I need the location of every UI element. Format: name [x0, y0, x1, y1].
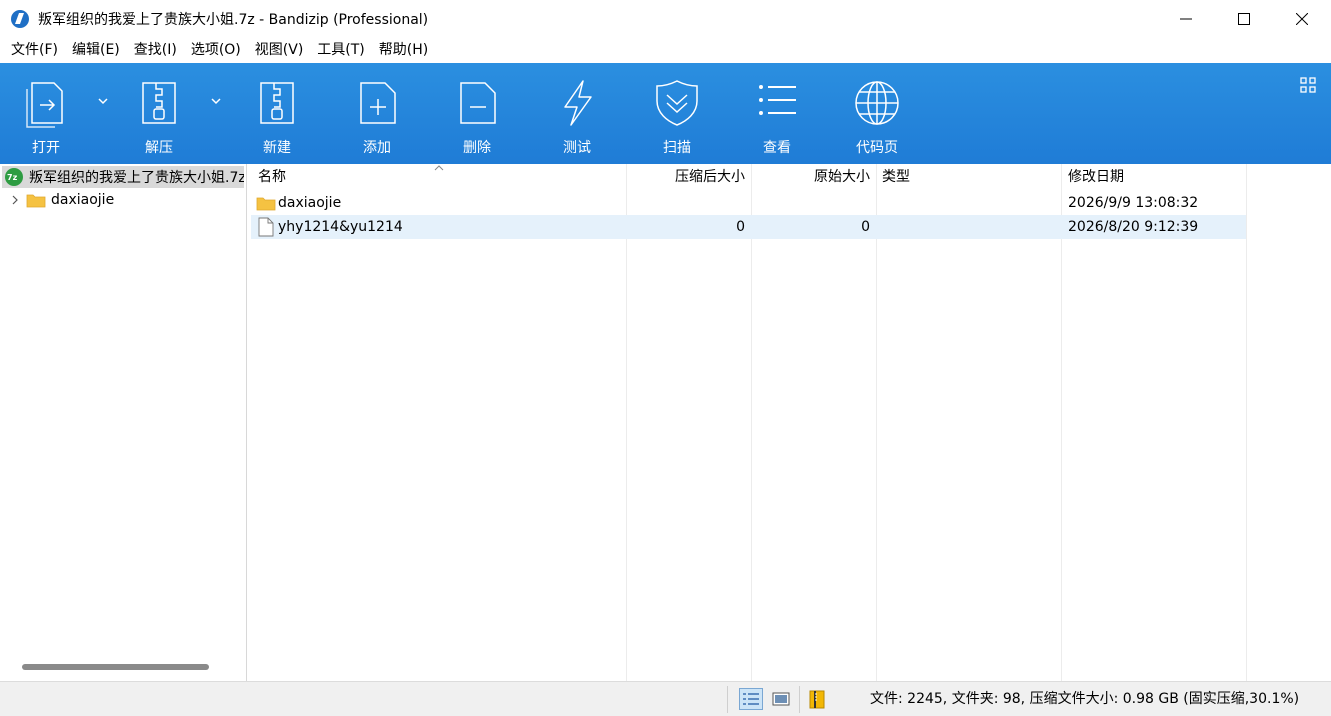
menu-view[interactable]: 视图(V) [248, 38, 311, 63]
status-separator [727, 686, 728, 713]
row-packed-size [631, 191, 745, 215]
new-archive-icon [260, 82, 294, 124]
delete-file-icon [460, 82, 496, 124]
menu-edit[interactable]: 编辑(E) [65, 38, 127, 63]
extract-label: 解压 [145, 140, 173, 156]
tree-horizontal-scrollbar[interactable] [22, 664, 209, 670]
list-row-folder[interactable]: daxiaojie 2026/9/9 13:08:32 [251, 191, 1246, 215]
row-original-size [756, 191, 870, 215]
test-button[interactable]: 测试 [551, 63, 603, 164]
menu-options[interactable]: 选项(O) [184, 38, 248, 63]
column-header-original-size[interactable]: 原始大小 [756, 164, 870, 191]
status-bar: 文件: 2245, 文件夹: 98, 压缩文件大小: 0.98 GB (固实压缩… [0, 681, 1331, 716]
menu-tools[interactable]: 工具(T) [310, 38, 371, 63]
list-row-file[interactable]: yhy1214&yu1214 0 0 2026/8/20 9:12:39 [251, 215, 1246, 239]
menu-find[interactable]: 查找(I) [127, 38, 184, 63]
codepage-label: 代码页 [856, 140, 898, 156]
new-label: 新建 [263, 140, 291, 156]
chevron-right-icon[interactable] [10, 194, 20, 206]
extract-button[interactable]: 解压 [133, 63, 185, 164]
7z-archive-icon [5, 168, 23, 186]
column-separator [1246, 164, 1247, 681]
shield-icon [656, 80, 698, 126]
extract-dropdown-chevron-icon[interactable] [210, 96, 222, 106]
close-icon [1296, 13, 1308, 25]
window-title: 叛军组织的我爱上了贵族大小姐.7z - Bandizip (Profession… [38, 12, 429, 28]
status-summary: 文件: 2245, 文件夹: 98, 压缩文件大小: 0.98 GB (固实压缩… [870, 691, 1300, 707]
globe-icon [855, 81, 899, 125]
scan-label: 扫描 [663, 140, 691, 156]
window-controls [1157, 0, 1331, 38]
codepage-button[interactable]: 代码页 [850, 63, 904, 164]
lightning-bolt-icon [564, 80, 592, 126]
menu-help[interactable]: 帮助(H) [372, 38, 435, 63]
folder-tree-panel: 叛军组织的我爱上了贵族大小姐.7z daxiaojie [0, 164, 247, 681]
column-header-packed-size[interactable]: 压缩后大小 [631, 164, 745, 191]
row-packed-size: 0 [736, 219, 745, 235]
row-name: daxiaojie [278, 195, 342, 211]
folder-icon [256, 197, 276, 211]
status-separator [799, 686, 800, 713]
sort-ascending-icon [434, 165, 444, 171]
file-icon [258, 217, 274, 237]
add-button[interactable]: 添加 [351, 63, 403, 164]
folder-icon [26, 194, 46, 208]
column-separator [751, 164, 752, 681]
maximize-button[interactable] [1215, 0, 1273, 38]
column-separator [876, 164, 877, 681]
close-button[interactable] [1273, 0, 1331, 38]
column-header-type[interactable]: 类型 [882, 164, 910, 191]
open-label: 打开 [32, 140, 60, 156]
menu-file[interactable]: 文件(F) [4, 38, 65, 63]
minimize-icon [1180, 18, 1192, 20]
test-label: 测试 [563, 140, 591, 156]
open-dropdown-chevron-icon[interactable] [97, 96, 109, 106]
new-archive-button[interactable]: 新建 [251, 63, 303, 164]
column-header-name[interactable]: 名称 [258, 164, 286, 191]
toolbar: 打开 解压 新建 添加 删除 测试 扫描 查看 代码页 [0, 63, 1331, 164]
view-button[interactable]: 查看 [751, 63, 803, 164]
row-modified: 2026/9/9 13:08:32 [1068, 195, 1199, 211]
scan-button[interactable]: 扫描 [651, 63, 703, 164]
row-modified: 2026/8/20 9:12:39 [1068, 219, 1199, 235]
column-separator [1061, 164, 1062, 681]
list-view-icon [759, 85, 796, 115]
tree-root-item[interactable]: 叛军组织的我爱上了贵族大小姐.7z [2, 166, 244, 188]
file-list: 名称 压缩后大小 原始大小 类型 修改日期 daxiaojie 2026/9/9… [251, 164, 1331, 681]
column-header-modified[interactable]: 修改日期 [1068, 164, 1124, 191]
delete-label: 删除 [463, 140, 491, 156]
details-view-icon[interactable] [739, 688, 763, 710]
row-name: yhy1214&yu1214 [278, 219, 403, 235]
tree-root-label: 叛军组织的我爱上了贵族大小姐.7z [29, 170, 244, 186]
extract-zip-icon [142, 82, 176, 124]
column-separator [626, 164, 627, 681]
tree-item-label: daxiaojie [51, 192, 115, 208]
add-file-icon [360, 82, 396, 124]
thumbnail-view-icon[interactable] [769, 688, 793, 710]
bandizip-app-icon [11, 10, 29, 28]
add-label: 添加 [363, 140, 391, 156]
delete-button[interactable]: 删除 [451, 63, 503, 164]
row-original-size: 0 [861, 219, 870, 235]
layout-grid-icon[interactable] [1300, 77, 1316, 93]
title-bar: 叛军组织的我爱上了贵族大小姐.7z - Bandizip (Profession… [0, 0, 1331, 38]
tree-item-daxiaojie[interactable]: daxiaojie [10, 189, 114, 211]
open-icon [26, 82, 63, 128]
menu-bar: 文件(F) 编辑(E) 查找(I) 选项(O) 视图(V) 工具(T) 帮助(H… [0, 38, 1331, 63]
minimize-button[interactable] [1157, 0, 1215, 38]
archive-book-icon[interactable] [806, 688, 830, 710]
open-button[interactable]: 打开 [20, 63, 72, 164]
maximize-icon [1238, 13, 1250, 25]
view-label: 查看 [763, 140, 791, 156]
